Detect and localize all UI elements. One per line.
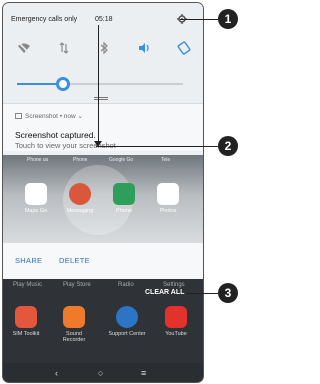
navigation-bar: ‹ ○ ≡ bbox=[3, 363, 203, 382]
screenshot-notification[interactable]: Screenshot • now ⌄ Screenshot captured. … bbox=[3, 103, 203, 151]
photos-icon bbox=[157, 183, 179, 205]
dock-app[interactable]: Support Center bbox=[108, 306, 146, 337]
quick-settings-panel: Emergency calls only 05:18 bbox=[3, 3, 203, 103]
recents-button[interactable]: ≡ bbox=[141, 368, 146, 378]
notification-header: Screenshot • now ⌄ bbox=[15, 112, 83, 120]
preview-app-label: Maps Go bbox=[24, 208, 48, 214]
preview-top-label: Phone us bbox=[27, 157, 49, 163]
phone-icon bbox=[113, 183, 135, 205]
pull-down-line bbox=[98, 25, 99, 143]
bluetooth-icon[interactable] bbox=[97, 41, 111, 55]
callout-line-2 bbox=[96, 146, 218, 147]
carrier-text: Emergency calls only bbox=[11, 16, 78, 23]
phone-screen: Emergency calls only 05:18 Screenshot • … bbox=[2, 2, 204, 383]
screenshot-icon bbox=[15, 113, 22, 119]
recents-top-label: Radio bbox=[118, 282, 134, 288]
mobile-data-icon[interactable] bbox=[57, 41, 71, 55]
recents-top-label: Settings bbox=[163, 282, 185, 288]
preview-app: Photos bbox=[153, 183, 183, 214]
share-button[interactable]: SHARE bbox=[15, 256, 42, 265]
dock-app[interactable]: Sound Recorder bbox=[55, 306, 93, 343]
brightness-slider[interactable] bbox=[17, 77, 183, 91]
home-button[interactable]: ○ bbox=[98, 368, 103, 378]
notification-time: now bbox=[63, 113, 76, 120]
callout-line-1 bbox=[180, 19, 218, 20]
preview-app-label: Phone bbox=[116, 208, 132, 214]
notification-app: Screenshot bbox=[25, 113, 58, 120]
notification-actions: SHARE DELETE bbox=[3, 243, 203, 279]
maps-go-icon bbox=[25, 183, 47, 205]
callout-badge-1: 1 bbox=[218, 9, 238, 29]
screenshot-preview[interactable]: Phone us Phone Google Go Tele Maps Go Me… bbox=[3, 155, 203, 243]
support-center-icon bbox=[116, 306, 138, 328]
youtube-icon bbox=[165, 306, 187, 328]
preview-app: Maps Go bbox=[21, 183, 51, 214]
recents-top-label: Play Store bbox=[63, 282, 91, 288]
preview-top-label: Tele bbox=[161, 157, 171, 163]
sound-recorder-icon bbox=[63, 306, 85, 328]
dock-app[interactable]: SIM Toolkit bbox=[7, 306, 45, 337]
delete-button[interactable]: DELETE bbox=[59, 256, 90, 265]
messaging-icon bbox=[69, 183, 91, 205]
recents-top-label: Play Music bbox=[13, 282, 43, 288]
preview-top-label: Phone bbox=[73, 157, 88, 163]
preview-app-label: Messaging bbox=[66, 208, 94, 214]
notification-title: Screenshot captured. bbox=[15, 130, 96, 140]
clear-all-button[interactable]: CLEAR ALL bbox=[145, 289, 184, 296]
clock: 05:18 bbox=[95, 16, 113, 23]
preview-top-label: Google Go bbox=[109, 157, 134, 163]
dock-app-label: SIM Toolkit bbox=[12, 331, 40, 337]
dock-app[interactable]: YouTube bbox=[157, 306, 195, 337]
drag-handle[interactable] bbox=[94, 97, 108, 100]
auto-rotate-icon[interactable] bbox=[177, 41, 191, 55]
callout-badge-2: 2 bbox=[218, 136, 238, 156]
sound-icon[interactable] bbox=[137, 41, 151, 55]
dock-app-label: Support Center bbox=[108, 331, 146, 337]
recents-overlay: Play Music Play Store Radio Settings CLE… bbox=[3, 279, 203, 382]
wifi-off-icon[interactable] bbox=[17, 41, 31, 55]
brightness-thumb[interactable] bbox=[56, 77, 70, 91]
callout-badge-3: 3 bbox=[218, 283, 238, 303]
preview-app-label: Photos bbox=[159, 208, 177, 214]
preview-app: Messaging bbox=[65, 183, 95, 214]
dock-app-label: YouTube bbox=[165, 331, 187, 337]
quick-tiles-row bbox=[13, 41, 195, 57]
preview-top-labels: Phone us Phone Google Go Tele bbox=[3, 157, 203, 165]
preview-app: Phone bbox=[109, 183, 139, 214]
back-button[interactable]: ‹ bbox=[55, 368, 58, 378]
dock-app-label: Sound Recorder bbox=[62, 331, 86, 343]
sim-toolkit-icon bbox=[15, 306, 37, 328]
callout-line-3 bbox=[186, 293, 218, 294]
status-bar: Emergency calls only 05:18 bbox=[11, 14, 197, 28]
